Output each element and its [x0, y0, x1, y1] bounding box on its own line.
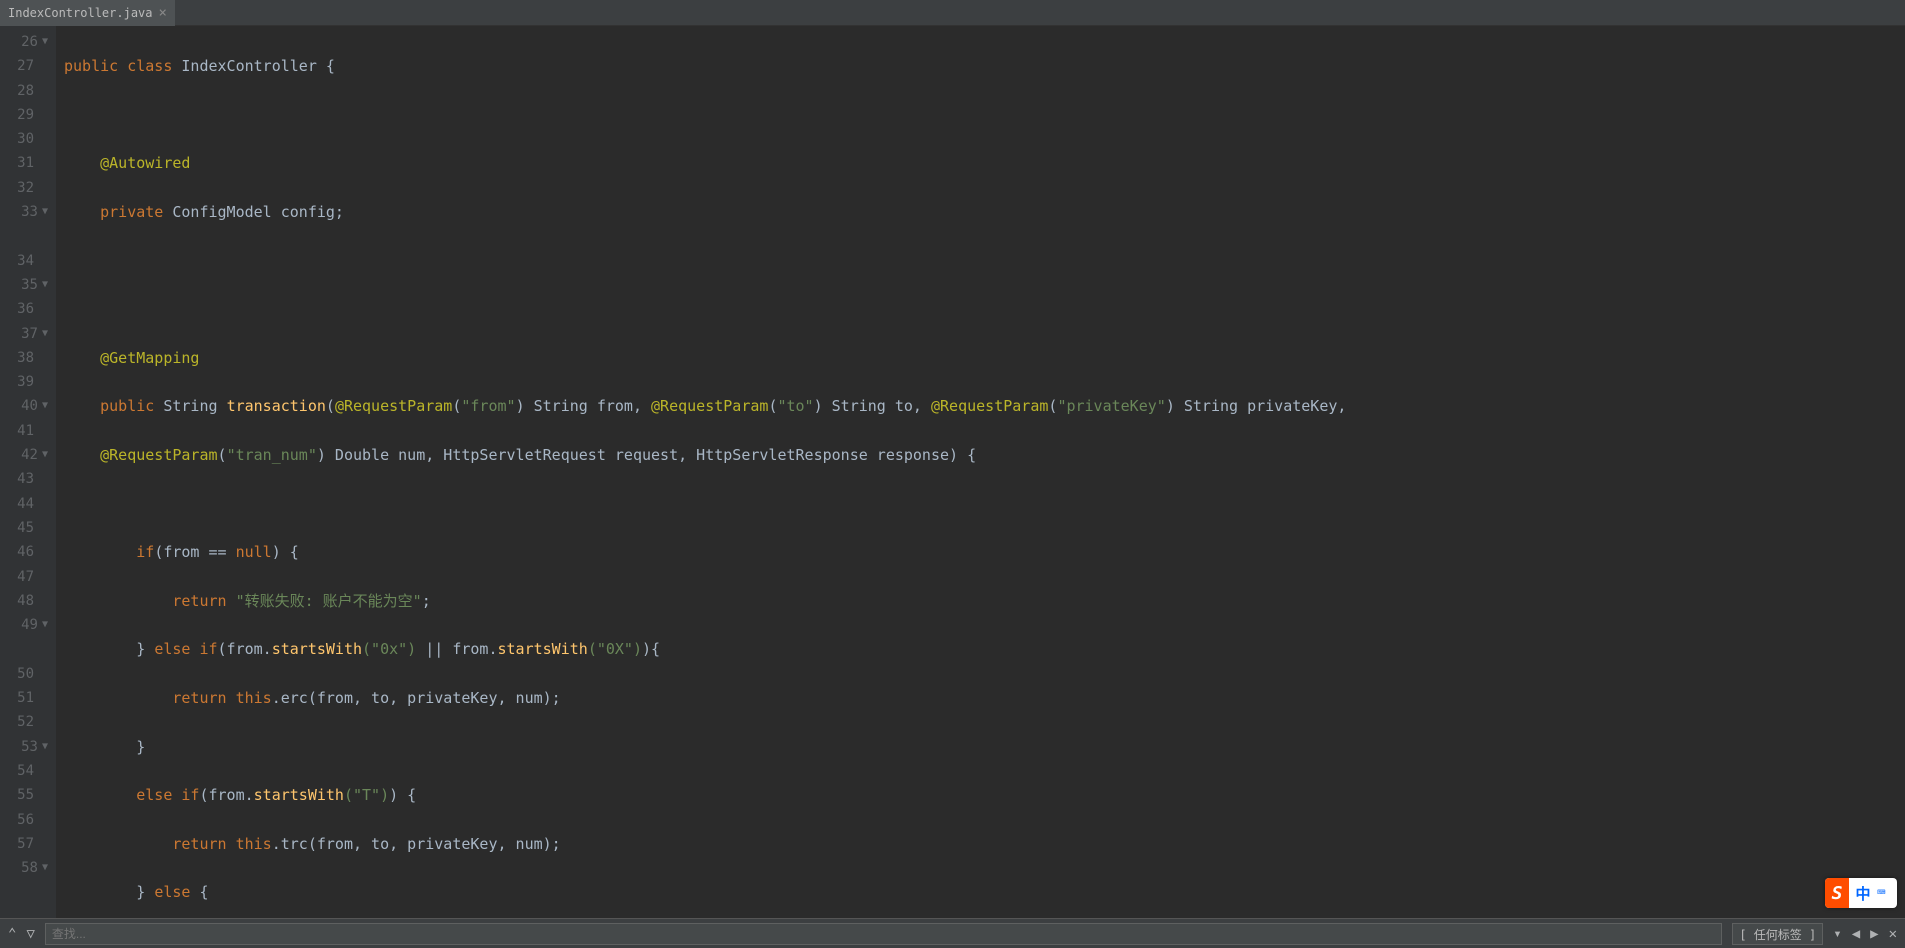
tab-title: IndexController.java [8, 6, 153, 20]
chevron-up-icon[interactable]: ⌃ [8, 926, 16, 942]
prev-icon[interactable]: ◀ [1852, 926, 1860, 942]
close-search-icon[interactable]: ✕ [1889, 926, 1897, 942]
keyboard-icon: ⌨ [1877, 885, 1897, 901]
search-input[interactable] [45, 923, 1722, 945]
file-tab[interactable]: IndexController.java × [0, 0, 175, 26]
tag-selector[interactable]: [ 任何标签 ] [1732, 923, 1823, 945]
line-gutter: 26▼27282930313233▼3435▼3637▼383940▼4142▼… [0, 26, 56, 918]
chevron-down-icon[interactable]: ▾ [1833, 926, 1841, 942]
ime-logo-icon: S [1825, 878, 1849, 908]
next-icon[interactable]: ▶ [1870, 926, 1878, 942]
tab-bar: IndexController.java × [0, 0, 1905, 26]
ime-lang: 中 [1849, 883, 1877, 904]
code-area[interactable]: public class IndexController { @Autowire… [56, 26, 1905, 918]
ime-indicator[interactable]: S 中 ⌨ [1825, 878, 1897, 908]
search-bar: ⌃ ▽ [ 任何标签 ] ▾ ◀ ▶ ✕ [0, 918, 1905, 948]
editor: 26▼27282930313233▼3435▼3637▼383940▼4142▼… [0, 26, 1905, 918]
filter-icon[interactable]: ▽ [26, 926, 34, 942]
close-icon[interactable]: × [159, 5, 167, 21]
